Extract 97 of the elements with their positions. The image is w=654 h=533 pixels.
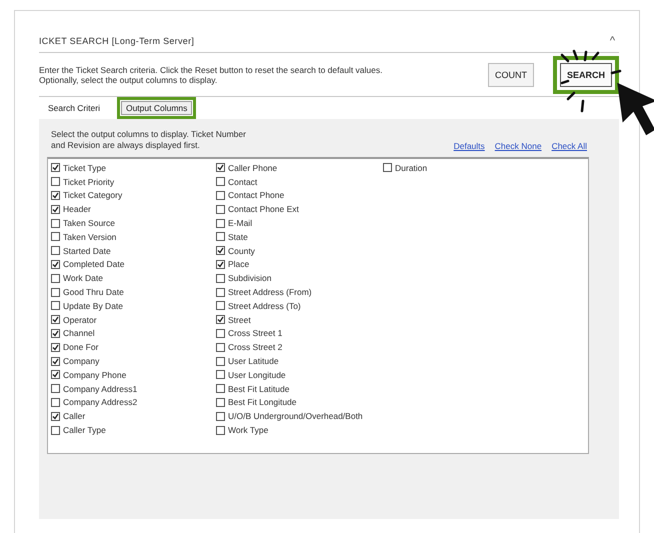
column-label: Subdivision — [228, 273, 272, 284]
checkbox[interactable] — [216, 177, 225, 186]
column-label: Ticket Type — [63, 162, 106, 173]
column-label: Update By Date — [63, 300, 124, 311]
column-label: Completed Date — [63, 259, 124, 270]
checkbox[interactable] — [216, 260, 225, 269]
link[interactable]: Defaults — [454, 141, 485, 151]
column-label: Duration — [395, 162, 428, 173]
column-label: Cross Street 2 — [228, 342, 282, 352]
column-label: User Longitude — [228, 370, 286, 380]
checkbox[interactable] — [51, 260, 60, 269]
checkbox[interactable] — [216, 204, 225, 214]
column-label: State — [228, 232, 248, 242]
column-label: Taken Source — [63, 218, 115, 228]
column-label: Best Fit Longitude — [228, 397, 297, 408]
checkbox[interactable] — [216, 384, 225, 394]
checkbox[interactable] — [51, 342, 60, 352]
checkbox[interactable] — [216, 370, 225, 380]
burst-drawing — [560, 49, 622, 113]
checkbox[interactable] — [51, 412, 60, 421]
column-label: Work Type — [228, 425, 268, 436]
column-label: Caller Type — [63, 425, 106, 436]
checkbox[interactable] — [51, 218, 60, 228]
column-label: Caller Phone — [228, 162, 278, 173]
column-label: Company Phone — [63, 370, 126, 380]
checkbox[interactable] — [51, 177, 60, 186]
checkbox[interactable] — [216, 356, 225, 366]
instruction-text: Enter the Ticket Search criteria. Click the Reset button to reset the search to default values. — [39, 64, 382, 74]
column-label: Street — [228, 314, 251, 325]
checkbox[interactable] — [216, 398, 225, 407]
column-label: Operator — [63, 314, 97, 325]
collapse-button[interactable]: ^ — [610, 34, 615, 46]
hint-text: and Revision are always displayed first. — [51, 140, 201, 151]
link[interactable]: Check All — [552, 141, 587, 151]
column-label: Ticket Category — [63, 190, 122, 200]
checkbox[interactable] — [51, 163, 60, 172]
checkbox[interactable] — [51, 398, 60, 407]
column-label: Taken Version — [63, 232, 116, 242]
checkbox[interactable] — [51, 328, 60, 338]
checkbox[interactable] — [51, 426, 60, 435]
checkbox[interactable] — [216, 412, 225, 421]
column-label: Street Address (To) — [228, 300, 301, 311]
tab[interactable]: Search Criteri — [43, 101, 105, 115]
checkbox[interactable] — [216, 190, 225, 200]
column-label: Street Address (From) — [228, 287, 312, 298]
link[interactable]: Check None — [494, 141, 542, 151]
checkbox[interactable] — [216, 288, 225, 297]
search-button[interactable]: SEARCH — [560, 62, 612, 86]
count-button[interactable]: COUNT — [488, 62, 534, 86]
checkbox[interactable] — [51, 288, 60, 297]
checkbox[interactable] — [51, 246, 60, 256]
column-label: E-Mail — [228, 218, 252, 228]
checkbox[interactable] — [216, 315, 225, 324]
column-label: Done For — [63, 342, 98, 352]
instruction-text: Optionally, select the output columns to display. — [39, 74, 218, 84]
checkbox[interactable] — [51, 274, 60, 283]
column-label: Place — [228, 259, 250, 270]
checkbox[interactable] — [216, 301, 225, 310]
column-label: Started Date — [63, 246, 111, 256]
column-label: Contact Phone — [228, 190, 284, 200]
column-label: Contact — [228, 176, 258, 187]
column-label: Cross Street 1 — [228, 328, 282, 338]
checkbox[interactable] — [216, 163, 225, 172]
checkbox[interactable] — [51, 356, 60, 366]
checkbox[interactable] — [216, 426, 225, 435]
column-label: Good Thru Date — [63, 287, 124, 298]
checkbox[interactable] — [51, 190, 60, 200]
column-label: Company Address1 — [63, 384, 138, 394]
checkbox[interactable] — [216, 328, 225, 338]
checkbox[interactable] — [383, 163, 392, 172]
tab[interactable]: Output Columns — [120, 101, 192, 115]
hint-text: Select the output columns to display. Ticket Number — [51, 129, 246, 140]
checkbox[interactable] — [51, 384, 60, 394]
column-label: Work Date — [63, 273, 103, 284]
cursor-arrow-icon — [615, 81, 654, 137]
column-label: User Latitude — [228, 356, 279, 366]
checkbox[interactable] — [216, 274, 225, 283]
column-label: Header — [63, 204, 91, 214]
column-label: Company Address2 — [63, 397, 138, 408]
column-label: Best Fit Latitude — [228, 384, 290, 394]
checkbox[interactable] — [51, 204, 60, 214]
column-label: Channel — [63, 328, 95, 338]
checkbox[interactable] — [51, 315, 60, 324]
checkbox[interactable] — [51, 232, 60, 242]
column-label: U/O/B Underground/Overhead/Both — [228, 411, 363, 422]
column-label: Contact Phone Ext — [228, 204, 299, 214]
checkbox[interactable] — [216, 232, 225, 242]
checkbox[interactable] — [216, 246, 225, 256]
column-label: Company — [63, 356, 100, 366]
column-label: Caller — [63, 411, 86, 422]
checkbox[interactable] — [51, 301, 60, 310]
checkbox[interactable] — [216, 218, 225, 228]
column-label: County — [228, 246, 255, 256]
column-label: Ticket Priority — [63, 176, 114, 187]
checkbox[interactable] — [51, 370, 60, 380]
checkbox[interactable] — [216, 342, 225, 352]
window-title: ICKET SEARCH [Long-Term Server] — [39, 36, 194, 46]
